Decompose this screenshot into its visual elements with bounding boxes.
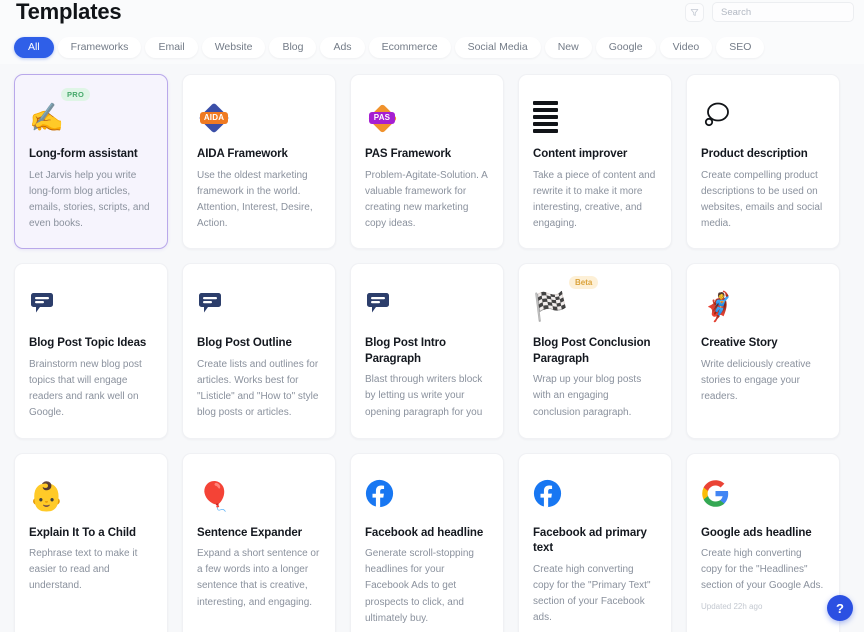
category-pill-new[interactable]: New [544, 36, 592, 58]
template-title: Creative Story [701, 337, 778, 350]
category-pill-email[interactable]: Email [145, 36, 198, 58]
category-pill-google[interactable]: Google [595, 36, 656, 58]
balloon-icon: 🎈 [197, 480, 232, 512]
thought-bubble-icon [701, 101, 731, 135]
template-title: PAS Framework [365, 148, 452, 160]
template-title: Sentence Expander [197, 526, 303, 539]
template-icon: 👶 [29, 468, 153, 526]
template-title: Google ads headline [701, 526, 812, 539]
writing-hand-icon: ✍️ [29, 102, 64, 133]
template-card[interactable]: 🦸 Creative Story Write deliciously creativ… [686, 263, 840, 439]
template-icon [365, 468, 489, 526]
text-lines-icon [533, 100, 558, 136]
template-card[interactable]: Blog Post Outline Create lists and outlin… [182, 263, 336, 439]
aida-badge-icon: AIDA [197, 102, 231, 134]
template-icon [29, 278, 153, 336]
template-description: Use the oldest marketing framework in th… [197, 169, 313, 230]
template-card[interactable]: AIDA AIDA Framework Use the oldest marketi… [182, 74, 336, 250]
pro-badge: PRO [61, 88, 91, 101]
template-description: Write deliciously creative stories to en… [701, 358, 811, 403]
search-input[interactable] [721, 6, 845, 18]
google-icon [701, 479, 730, 514]
template-description: Let Jarvis help you write long-form blog… [29, 169, 150, 230]
template-card[interactable]: Product description Create compelling pro… [686, 74, 840, 250]
category-pill-video[interactable]: Video [659, 36, 713, 58]
category-filter-bar: All Frameworks Email Website Blog Ads Ecommerc… [0, 32, 864, 64]
pas-badge-icon: PAS [365, 103, 399, 133]
template-description: Rephrase text to make it easier to read … [29, 548, 138, 592]
template-title: Facebook ad headline [365, 526, 484, 539]
template-title: Blog Post Intro Paragraph [365, 337, 446, 365]
category-pill-blog[interactable]: Blog [269, 36, 317, 58]
template-card[interactable]: Content improver Take a piece of content … [518, 74, 672, 250]
template-card[interactable]: Beta 🏁 Blog Post Conclusion Paragraph Wrap … [518, 263, 672, 439]
page-title: Templates [16, 0, 122, 24]
template-icon [701, 468, 825, 526]
baby-icon: 👶 [29, 480, 64, 512]
template-icon: ✍️ [29, 89, 153, 147]
template-icon [197, 278, 321, 336]
speech-bubble-icon [365, 291, 391, 323]
template-card[interactable]: PAS PAS Framework Problem-Agitate-Solution… [350, 74, 504, 250]
template-card[interactable]: 🎈 Sentence Expander Expand a short sentenc… [182, 452, 336, 632]
template-icon: PAS [365, 89, 489, 147]
funnel-icon[interactable] [685, 2, 704, 22]
category-pill-ecommerce[interactable]: Ecommerce [368, 36, 451, 58]
templates-grid-container: PRO ✍️ Long-form assistant Let Jarvis help … [0, 64, 864, 632]
template-updated-timestamp: Updated 22h ago [701, 601, 763, 611]
template-card[interactable]: Blog Post Intro Paragraph Blast through w… [350, 263, 504, 439]
superhero-icon: 🦸 [701, 291, 736, 323]
template-icon [365, 278, 489, 336]
facebook-icon [533, 479, 562, 514]
beta-badge: Beta [569, 276, 599, 290]
facebook-icon [365, 479, 394, 514]
template-title: AIDA Framework [197, 148, 288, 160]
help-button[interactable]: ? [827, 595, 853, 621]
speech-bubble-icon [29, 291, 55, 323]
search-box[interactable] [712, 2, 854, 22]
category-pill-all[interactable]: All [14, 36, 54, 58]
template-card[interactable]: Facebook ad primary text Create high conv… [518, 452, 672, 632]
template-description: Brainstorm new blog post topics that wil… [29, 358, 142, 419]
page-header: Templates [0, 0, 864, 32]
template-description: Take a piece of content and rewrite it t… [533, 169, 656, 230]
template-icon: 🦸 [701, 278, 825, 336]
template-card[interactable]: PRO ✍️ Long-form assistant Let Jarvis help … [14, 74, 168, 250]
template-title: Content improver [533, 148, 628, 160]
category-pill-seo[interactable]: SEO [716, 36, 765, 58]
template-description: Generate scroll-stopping headlines for y… [365, 548, 474, 624]
templates-grid: PRO ✍️ Long-form assistant Let Jarvis help … [14, 74, 864, 632]
template-icon [533, 89, 657, 147]
template-card[interactable]: Google ads headline Create high convertin… [686, 452, 840, 632]
template-description: Wrap up your blog posts with an engaging… [533, 374, 642, 418]
category-pill-social-media[interactable]: Social Media [454, 36, 541, 58]
template-title: Blog Post Topic Ideas [29, 337, 147, 350]
checkered-flag-icon: 🏁 [533, 291, 568, 323]
header-actions [685, 2, 854, 22]
template-card[interactable]: 👶 Explain It To a Child Rephrase text to m… [14, 452, 168, 632]
template-icon [533, 468, 657, 526]
template-description: Create compelling product descriptions t… [701, 169, 823, 230]
template-description: Create high converting copy for the "Pri… [533, 563, 651, 624]
template-icon: 🎈 [197, 468, 321, 526]
template-icon: AIDA [197, 89, 321, 147]
category-pill-frameworks[interactable]: Frameworks [57, 36, 142, 58]
category-pill-website[interactable]: Website [201, 36, 266, 58]
category-pill-ads[interactable]: Ads [320, 36, 365, 58]
template-description: Create high converting copy for the "Hea… [701, 548, 824, 592]
template-title: Long-form assistant [29, 148, 138, 160]
template-title: Blog Post Outline [197, 337, 292, 350]
template-icon [701, 89, 825, 147]
template-title: Product description [701, 148, 808, 160]
template-description: Expand a short sentence or a few words i… [197, 548, 320, 608]
template-title: Explain It To a Child [29, 526, 136, 539]
template-title: Facebook ad primary text [533, 526, 647, 555]
template-description: Create lists and outlines for articles. … [197, 358, 319, 419]
template-card[interactable]: Blog Post Topic Ideas Brainstorm new blog… [14, 263, 168, 439]
template-title: Blog Post Conclusion Paragraph [533, 337, 651, 365]
template-description: Problem-Agitate-Solution. A valuable fra… [365, 169, 488, 230]
template-card[interactable]: Facebook ad headline Generate scroll-stop… [350, 452, 504, 632]
template-description: Blast through writers block by letting u… [365, 374, 483, 418]
speech-bubble-icon [197, 291, 223, 323]
